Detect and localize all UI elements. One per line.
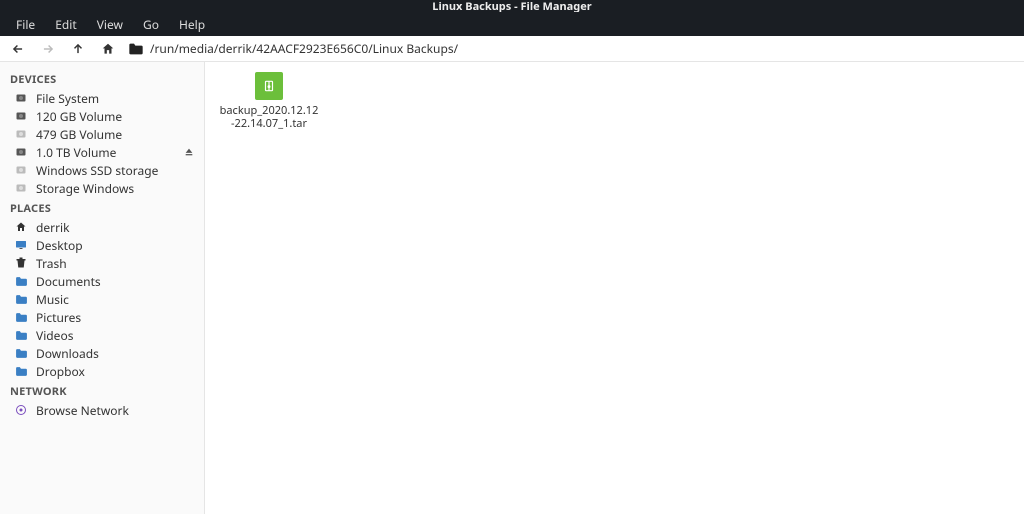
sidebar-item-label: 120 GB Volume xyxy=(36,108,122,125)
forward-button[interactable] xyxy=(40,41,56,57)
disk-icon xyxy=(14,109,28,123)
pathbar[interactable]: /run/media/derrik/42AACF2923E656C0/Linux… xyxy=(128,40,458,57)
sidebar-item-label: Documents xyxy=(36,273,101,290)
eject-icon[interactable] xyxy=(184,147,194,157)
sidebar-heading-network: NETWORK xyxy=(0,380,204,401)
menu-edit[interactable]: Edit xyxy=(45,12,86,37)
sidebar-item-label: Desktop xyxy=(36,237,83,254)
sidebar-item-label: 479 GB Volume xyxy=(36,126,122,143)
sidebar-item-label: Music xyxy=(36,291,69,308)
path-text: /run/media/derrik/42AACF2923E656C0/Linux… xyxy=(150,40,458,57)
trash-icon xyxy=(14,256,28,270)
file-label: backup_2020.12.12-22.14.07_1.tar xyxy=(219,104,319,130)
sidebar-heading-places: PLACES xyxy=(0,197,204,218)
sidebar-item-storage-windows[interactable]: Storage Windows xyxy=(0,179,204,197)
file-item[interactable]: backup_2020.12.12-22.14.07_1.tar xyxy=(219,72,319,130)
sidebar-item-desktop[interactable]: Desktop xyxy=(0,236,204,254)
network-icon xyxy=(14,403,28,417)
sidebar-item-dropbox[interactable]: Dropbox xyxy=(0,362,204,380)
titlebar: Linux Backups - File Manager xyxy=(0,0,1024,12)
menubar: File Edit View Go Help xyxy=(0,12,1024,36)
archive-icon xyxy=(255,72,283,100)
folder-icon xyxy=(14,328,28,342)
sidebar-item-browse-network[interactable]: Browse Network xyxy=(0,401,204,419)
menu-file[interactable]: File xyxy=(6,12,45,37)
sidebar-heading-devices: DEVICES xyxy=(0,68,204,89)
disk-icon xyxy=(14,127,28,141)
sidebar-item-label: File System xyxy=(36,90,99,107)
home-button[interactable] xyxy=(100,41,116,57)
sidebar-item-home[interactable]: derrik xyxy=(0,218,204,236)
sidebar-item-479gb[interactable]: 479 GB Volume xyxy=(0,125,204,143)
menu-go[interactable]: Go xyxy=(133,12,169,37)
toolbar: /run/media/derrik/42AACF2923E656C0/Linux… xyxy=(0,36,1024,62)
sidebar-item-trash[interactable]: Trash xyxy=(0,254,204,272)
desktop-icon xyxy=(14,238,28,252)
disk-icon xyxy=(14,145,28,159)
folder-icon xyxy=(14,364,28,378)
disk-icon xyxy=(14,91,28,105)
disk-icon xyxy=(14,181,28,195)
folder-icon xyxy=(14,310,28,324)
sidebar-item-120gb[interactable]: 120 GB Volume xyxy=(0,107,204,125)
file-view[interactable]: backup_2020.12.12-22.14.07_1.tar xyxy=(205,62,1024,514)
sidebar-item-label: Browse Network xyxy=(36,402,129,419)
sidebar-item-label: Dropbox xyxy=(36,363,85,380)
sidebar-item-label: Storage Windows xyxy=(36,180,134,197)
main: DEVICES File System 120 GB Volume 479 GB… xyxy=(0,62,1024,514)
sidebar-item-1tb[interactable]: 1.0 TB Volume xyxy=(0,143,204,161)
sidebar-item-label: derrik xyxy=(36,219,70,236)
nav-icons xyxy=(10,41,116,57)
up-button[interactable] xyxy=(70,41,86,57)
sidebar-item-label: Pictures xyxy=(36,309,81,326)
sidebar-item-label: 1.0 TB Volume xyxy=(36,144,116,161)
sidebar: DEVICES File System 120 GB Volume 479 GB… xyxy=(0,62,205,514)
menu-help[interactable]: Help xyxy=(169,12,215,37)
sidebar-item-filesystem[interactable]: File System xyxy=(0,89,204,107)
sidebar-item-music[interactable]: Music xyxy=(0,290,204,308)
folder-icon xyxy=(14,274,28,288)
back-button[interactable] xyxy=(10,41,26,57)
sidebar-item-label: Videos xyxy=(36,327,73,344)
menu-view[interactable]: View xyxy=(87,12,133,37)
home-icon xyxy=(14,220,28,234)
sidebar-item-downloads[interactable]: Downloads xyxy=(0,344,204,362)
sidebar-item-pictures[interactable]: Pictures xyxy=(0,308,204,326)
sidebar-item-label: Trash xyxy=(36,255,67,272)
sidebar-item-videos[interactable]: Videos xyxy=(0,326,204,344)
folder-icon xyxy=(14,292,28,306)
sidebar-item-windows-ssd[interactable]: Windows SSD storage xyxy=(0,161,204,179)
disk-icon xyxy=(14,163,28,177)
sidebar-item-label: Windows SSD storage xyxy=(36,162,158,179)
folder-icon xyxy=(128,42,144,56)
sidebar-item-documents[interactable]: Documents xyxy=(0,272,204,290)
folder-icon xyxy=(14,346,28,360)
sidebar-item-label: Downloads xyxy=(36,345,99,362)
